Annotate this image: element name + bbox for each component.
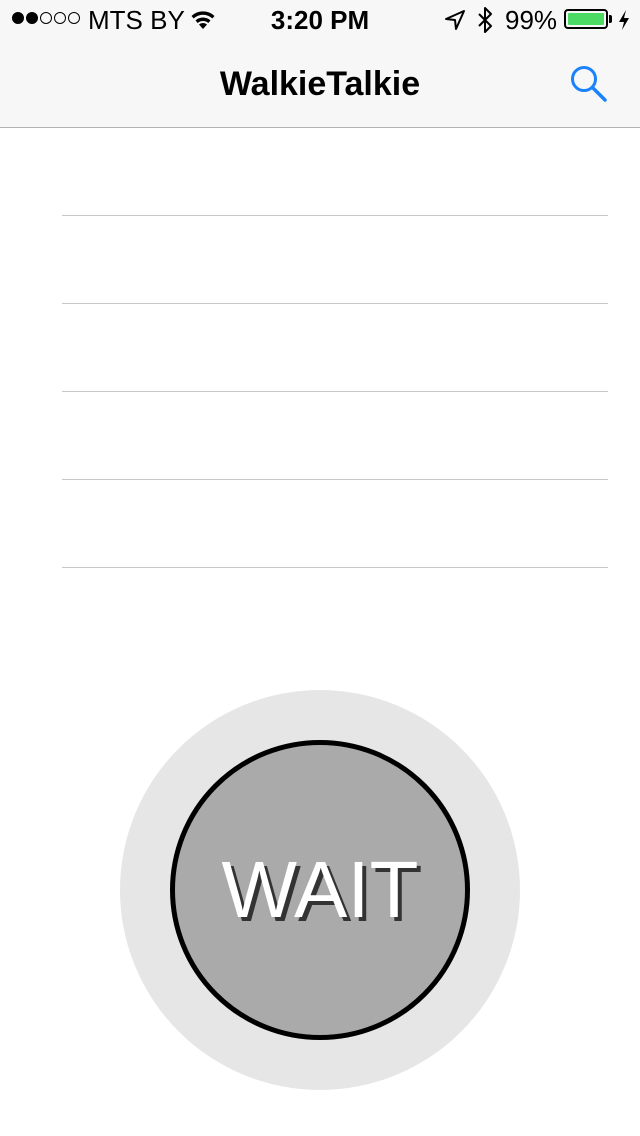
battery-icon (564, 9, 608, 29)
status-bar: MTS BY 3:20 PM 99% (0, 0, 640, 40)
list-item[interactable] (0, 480, 640, 568)
battery-tip (609, 15, 612, 23)
page-title: WalkieTalkie (219, 65, 421, 103)
top-bar: MTS BY 3:20 PM 99% WalkieTalkie (0, 0, 640, 128)
search-icon (571, 66, 607, 102)
bluetooth-icon (478, 7, 492, 33)
battery-level-fill (568, 13, 604, 25)
talk-button-label: WAIT (221, 845, 419, 934)
talk-button[interactable]: WAIT (170, 740, 470, 1040)
contacts-list (0, 128, 640, 568)
list-item[interactable] (0, 216, 640, 304)
list-item[interactable] (0, 128, 640, 216)
search-button[interactable] (562, 58, 614, 110)
battery-percentage: 99% (505, 5, 558, 35)
list-item[interactable] (0, 392, 640, 480)
charging-bolt-icon (619, 10, 629, 30)
list-item[interactable] (0, 304, 640, 392)
location-arrow-icon (445, 10, 465, 30)
